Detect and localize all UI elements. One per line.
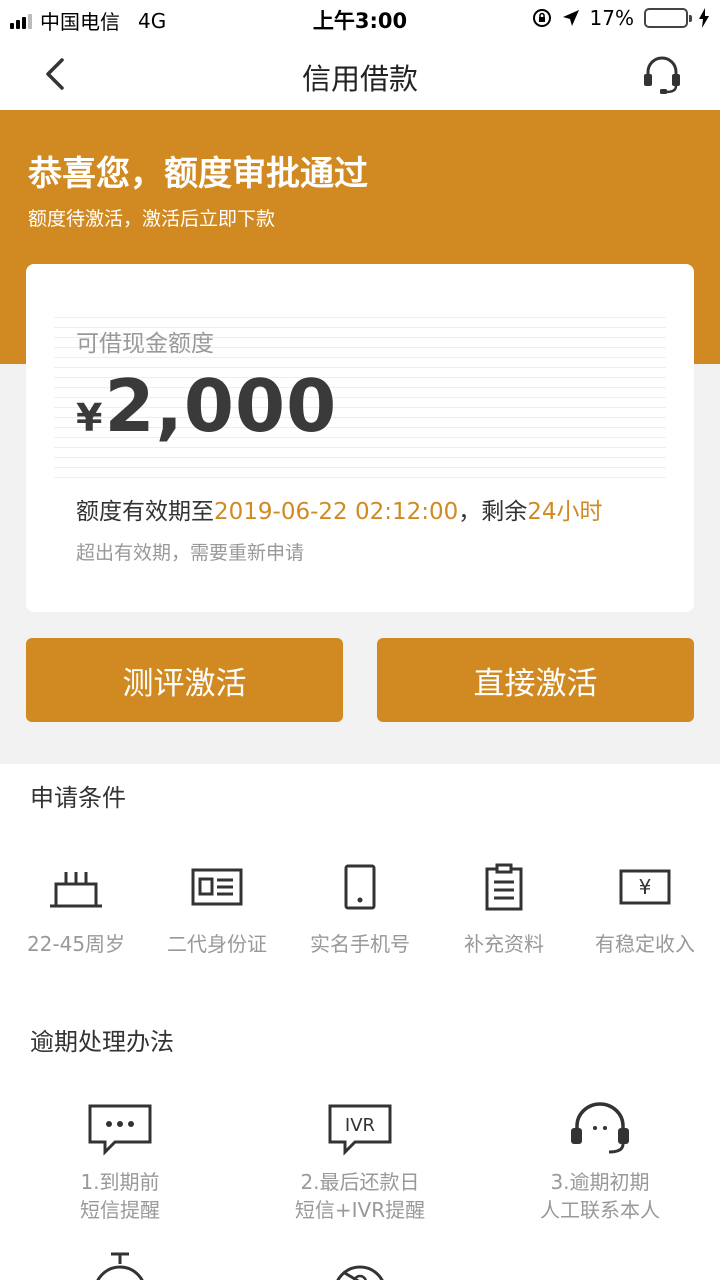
currency-symbol: ¥ bbox=[76, 396, 103, 440]
overdue-label-line2: 人工联系本人 bbox=[540, 1198, 660, 1222]
overdue-label-line1: 2.最后还款日 bbox=[300, 1170, 420, 1194]
phone-icon bbox=[344, 864, 376, 910]
limit-amount: ¥ 2,000 bbox=[76, 364, 337, 448]
svg-text:¥: ¥ bbox=[639, 875, 652, 899]
status-bar: 中国电信 4G 上午3:00 17% bbox=[0, 0, 720, 38]
condition-item-age: 22-45周岁 bbox=[4, 862, 148, 957]
overdue-label-line1: 3.逾期初期 bbox=[550, 1170, 650, 1194]
approval-subtitle: 额度待激活，激活后立即下款 bbox=[28, 208, 276, 230]
condition-label: 实名手机号 bbox=[310, 932, 410, 956]
amount-value: 2,000 bbox=[104, 364, 338, 448]
validity-mid: ，剩余 bbox=[458, 499, 528, 525]
headset-icon bbox=[571, 1102, 629, 1154]
validity-text: 额度有效期至2019-06-22 02:12:00，剩余24小时 bbox=[76, 492, 603, 526]
clipboard-icon bbox=[485, 863, 523, 911]
condition-item-phone: 实名手机号 bbox=[288, 862, 432, 957]
overdue-label-line1: 1.到期前 bbox=[80, 1170, 160, 1194]
condition-label: 22-45周岁 bbox=[26, 932, 126, 956]
overdue-label-line2: 短信提醒 bbox=[80, 1198, 160, 1222]
approval-title: 恭喜您，额度审批通过 bbox=[28, 154, 368, 194]
overdue-label-line2: 短信+IVR提醒 bbox=[294, 1198, 426, 1222]
condition-item-documents: 补充资料 bbox=[432, 862, 576, 957]
direct-activate-button[interactable]: 直接激活 bbox=[377, 638, 694, 722]
expiry-note: 超出有效期，需要重新申请 bbox=[76, 542, 305, 564]
ivr-icon: IVR bbox=[328, 1104, 392, 1156]
location-icon bbox=[562, 10, 579, 26]
nav-bar: 信用借款 bbox=[0, 38, 720, 110]
conditions-title: 申请条件 bbox=[30, 784, 126, 812]
battery-icon bbox=[644, 8, 692, 28]
condition-item-income: ¥ 有稳定收入 bbox=[573, 862, 717, 957]
overdue-step-ivr: IVR 2.最后还款日 短信+IVR提醒 bbox=[240, 1100, 480, 1224]
cash-icon: ¥ bbox=[619, 869, 671, 905]
remaining-time: 24小时 bbox=[527, 499, 603, 525]
svg-text:IVR: IVR bbox=[345, 1115, 375, 1136]
sms-icon bbox=[88, 1104, 152, 1156]
charging-bolt-icon bbox=[699, 8, 709, 28]
condition-label: 有稳定收入 bbox=[595, 932, 695, 956]
status-right: 17% bbox=[532, 6, 710, 30]
limit-label: 可借现金额度 bbox=[76, 331, 214, 357]
condition-label: 补充资料 bbox=[464, 932, 544, 956]
credit-limit-card: 可借现金额度 ¥ 2,000 额度有效期至2019-06-22 02:12:00… bbox=[26, 264, 694, 612]
cake-icon bbox=[50, 872, 102, 908]
page-title: 信用借款 bbox=[301, 62, 418, 96]
id-card-icon bbox=[191, 868, 243, 906]
condition-item-id: 二代身份证 bbox=[145, 862, 289, 957]
battery-percent: 17% bbox=[589, 6, 634, 30]
overdue-step-manual: 3.逾期初期 人工联系本人 bbox=[480, 1100, 720, 1224]
validity-date: 2019-06-22 02:12:00 bbox=[214, 499, 459, 525]
rotation-lock-icon bbox=[532, 9, 551, 27]
evaluate-activate-button[interactable]: 测评激活 bbox=[26, 638, 343, 722]
overdue-step-sms: 1.到期前 短信提醒 bbox=[0, 1100, 240, 1224]
stopwatch-icon bbox=[96, 1252, 144, 1280]
customer-service-headset-icon[interactable] bbox=[640, 52, 684, 96]
condition-label: 二代身份证 bbox=[167, 932, 267, 956]
validity-prefix: 额度有效期至 bbox=[76, 499, 214, 525]
overdue-title: 逾期处理办法 bbox=[30, 1028, 174, 1056]
blocked-contact-icon bbox=[336, 1265, 384, 1280]
